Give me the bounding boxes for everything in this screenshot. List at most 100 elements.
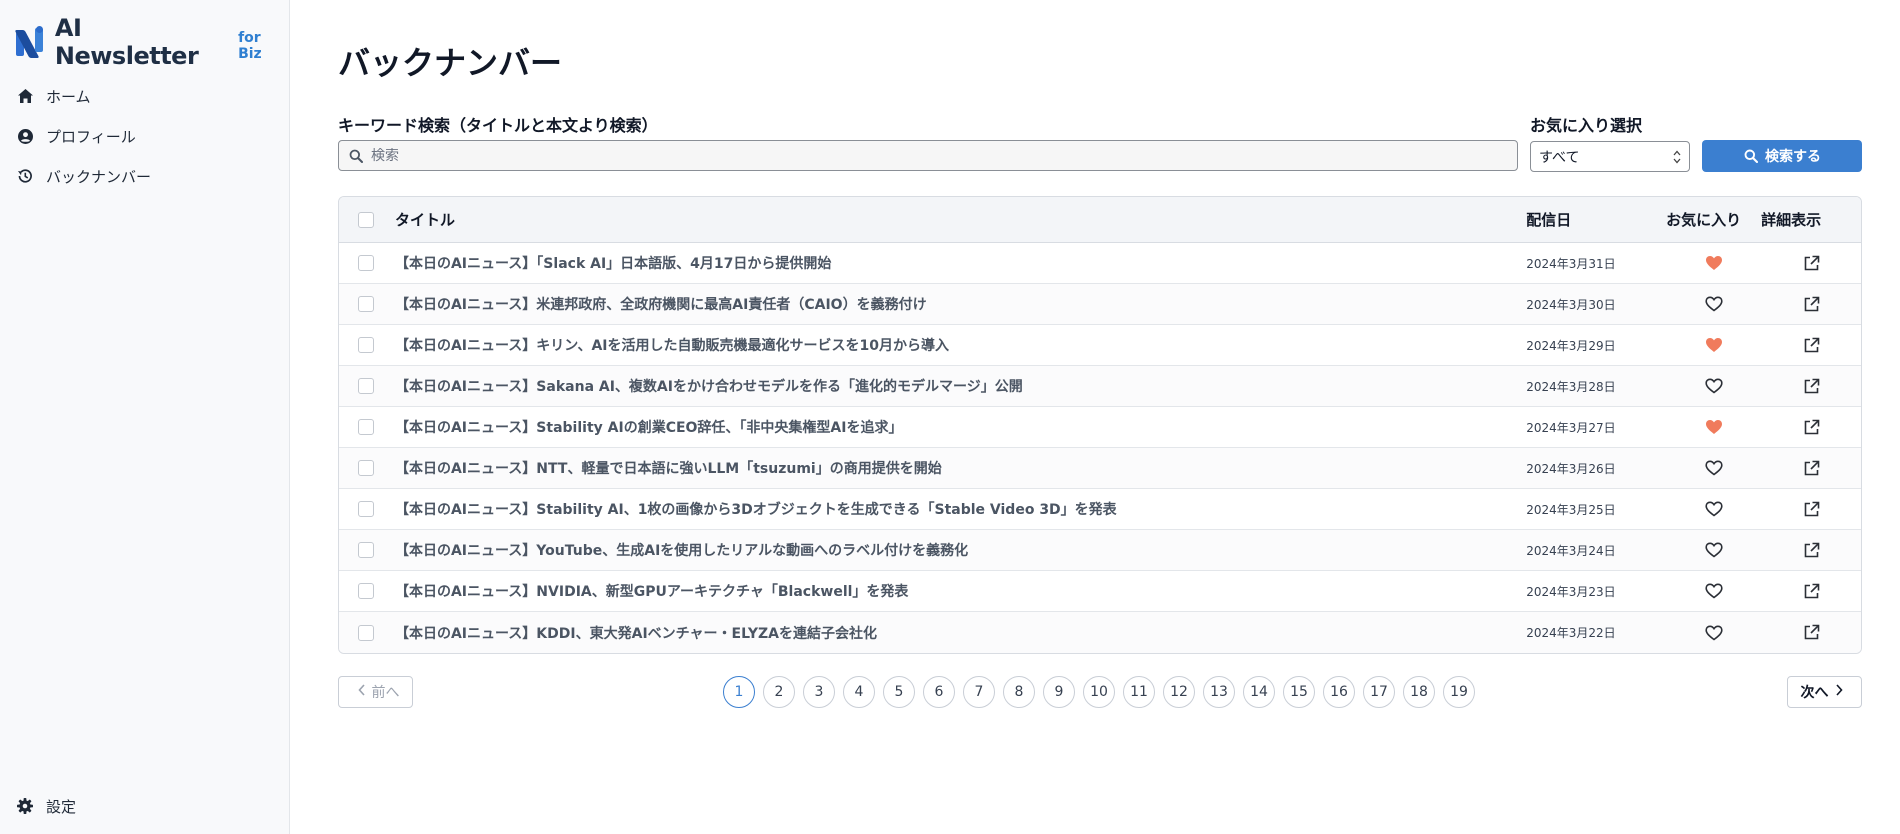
page-number-button[interactable]: 8	[1003, 676, 1035, 708]
search-field[interactable]	[338, 140, 1518, 171]
newsletter-title-link[interactable]: 【本日のAIニュース】キリン、AIを活用した自動販売機最適化サービスを10月から…	[393, 335, 1526, 355]
row-checkbox[interactable]	[357, 255, 374, 271]
delivery-date: 2024年3月22日	[1526, 626, 1616, 640]
newsletter-title-link[interactable]: 【本日のAIニュース】米連邦政府、全政府機関に最高AI責任者（CAIO）を義務付…	[393, 294, 1526, 314]
row-checkbox[interactable]	[357, 583, 374, 599]
delivery-date: 2024年3月25日	[1526, 502, 1616, 517]
external-link-icon[interactable]	[1803, 501, 1820, 518]
newsletter-title-link[interactable]: 【本日のAIニュース】NTT、軽量で日本語に強いLLM「tsuzumi」の商用提…	[393, 458, 1526, 478]
page-number-button[interactable]: 6	[923, 676, 955, 708]
heart-outline-icon[interactable]	[1704, 296, 1723, 312]
search-button-label: 検索する	[1765, 149, 1821, 165]
table-row: 【本日のAIニュース】米連邦政府、全政府機関に最高AI責任者（CAIO）を義務付…	[339, 284, 1861, 325]
row-checkbox[interactable]	[357, 542, 374, 558]
heart-filled-icon[interactable]	[1705, 255, 1723, 271]
external-link-icon[interactable]	[1803, 255, 1820, 272]
logo-text: AI Newsletter	[54, 14, 199, 70]
newsletter-title-link[interactable]: 【本日のAIニュース】「Slack AI」日本語版、4月17日から提供開始	[393, 253, 1526, 273]
heart-filled-icon[interactable]	[1705, 337, 1723, 353]
page-number-button[interactable]: 15	[1283, 676, 1315, 708]
page-number-button[interactable]: 11	[1123, 676, 1155, 708]
external-link-icon[interactable]	[1803, 624, 1820, 641]
heart-outline-icon[interactable]	[1704, 624, 1723, 641]
external-link-icon[interactable]	[1803, 296, 1820, 313]
page-number-button[interactable]: 1	[723, 676, 755, 708]
home-icon	[16, 87, 34, 105]
user-circle-icon	[16, 127, 34, 145]
page-number-button[interactable]: 5	[883, 676, 915, 708]
row-checkbox[interactable]	[357, 378, 374, 394]
page-number-button[interactable]: 2	[763, 676, 795, 708]
heart-outline-icon[interactable]	[1704, 542, 1723, 558]
heart-outline-icon[interactable]	[1704, 583, 1723, 599]
sidebar-item-profile[interactable]: プロフィール	[0, 116, 290, 156]
row-checkbox[interactable]	[357, 419, 374, 435]
sidebar-item-home[interactable]: ホーム	[0, 76, 290, 116]
page-number-button[interactable]: 4	[843, 676, 875, 708]
row-checkbox[interactable]	[357, 624, 374, 641]
search-label: キーワード検索（タイトルと本文より検索）	[338, 116, 658, 135]
row-checkbox[interactable]	[357, 501, 374, 517]
heart-outline-icon[interactable]	[1704, 501, 1723, 517]
sidebar-item-settings[interactable]: 設定	[0, 786, 290, 826]
external-link-icon[interactable]	[1803, 378, 1820, 395]
search-button[interactable]: 検索する	[1702, 140, 1862, 172]
column-header-date[interactable]: 配信日	[1526, 209, 1666, 230]
page-number-button[interactable]: 14	[1243, 676, 1275, 708]
prev-page-button[interactable]: 前へ	[338, 676, 413, 708]
page-number-button[interactable]: 19	[1443, 676, 1475, 708]
app-logo[interactable]: AI Newsletter for Biz	[14, 14, 289, 70]
external-link-icon[interactable]	[1803, 460, 1820, 477]
favorite-filter-select[interactable]: すべて	[1530, 141, 1690, 172]
newsletter-title-link[interactable]: 【本日のAIニュース】Sakana AI、複数AIをかけ合わせモデルを作る「進化…	[393, 376, 1526, 396]
external-link-icon[interactable]	[1803, 419, 1820, 436]
external-link-icon[interactable]	[1803, 542, 1820, 559]
delivery-date: 2024年3月24日	[1526, 543, 1616, 558]
page-number-button[interactable]: 3	[803, 676, 835, 708]
table-row: 【本日のAIニュース】Stability AIの創業CEO辞任、「非中央集権型A…	[339, 407, 1861, 448]
heart-outline-icon[interactable]	[1704, 378, 1723, 394]
page-number-button[interactable]: 7	[963, 676, 995, 708]
page-number-button[interactable]: 18	[1403, 676, 1435, 708]
select-arrows-icon	[1673, 150, 1681, 164]
page-number-button[interactable]: 16	[1323, 676, 1355, 708]
delivery-date: 2024年3月26日	[1526, 461, 1616, 476]
column-header-title[interactable]: タイトル	[393, 209, 1526, 230]
pagination: 前へ 1 2 3 4 5 6 7 8 9 10 11 12 13 14 15 16 17 18 19 次へ	[338, 676, 1862, 710]
select-all-checkbox[interactable]	[357, 211, 374, 228]
table-row: 【本日のAIニュース】YouTube、生成AIを使用したリアルな動画へのラベル付…	[339, 530, 1861, 571]
newsletter-title-link[interactable]: 【本日のAIニュース】NVIDIA、新型GPUアーキテクチャ「Blackwell…	[393, 581, 1526, 601]
page-number-button[interactable]: 9	[1043, 676, 1075, 708]
delivery-date: 2024年3月28日	[1526, 379, 1616, 394]
newsletter-title-link[interactable]: 【本日のAIニュース】Stability AIの創業CEO辞任、「非中央集権型A…	[393, 417, 1526, 437]
search-icon	[347, 147, 365, 165]
next-page-button[interactable]: 次へ	[1787, 676, 1862, 708]
external-link-icon[interactable]	[1803, 583, 1820, 600]
newsletter-title-link[interactable]: 【本日のAIニュース】YouTube、生成AIを使用したリアルな動画へのラベル付…	[393, 540, 1526, 560]
newsletter-title-link[interactable]: 【本日のAIニュース】KDDI、東大発AIベンチャー・ELYZAを連結子会社化	[393, 623, 1526, 643]
favorite-filter-value: すべて	[1539, 149, 1580, 166]
table-row: 【本日のAIニュース】キリン、AIを活用した自動販売機最適化サービスを10月から…	[339, 325, 1861, 366]
page-number-button[interactable]: 10	[1083, 676, 1115, 708]
history-icon	[16, 167, 34, 185]
row-checkbox[interactable]	[357, 337, 374, 353]
search-input[interactable]	[371, 147, 1471, 164]
sidebar-item-label: 設定	[46, 797, 77, 816]
page-numbers: 1 2 3 4 5 6 7 8 9 10 11 12 13 14 15 16 17 18 19	[723, 676, 1483, 708]
newsletter-title-link[interactable]: 【本日のAIニュース】Stability AI、1枚の画像から3Dオブジェクトを…	[393, 499, 1526, 519]
sidebar-item-label: バックナンバー	[46, 167, 152, 186]
column-header-favorite: お気に入り	[1666, 211, 1742, 229]
page-number-button[interactable]: 12	[1163, 676, 1195, 708]
heart-outline-icon[interactable]	[1704, 460, 1723, 476]
delivery-date: 2024年3月30日	[1526, 297, 1616, 312]
row-checkbox[interactable]	[357, 460, 374, 476]
search-icon	[1743, 148, 1759, 164]
page-number-button[interactable]: 17	[1363, 676, 1395, 708]
table-row: 【本日のAIニュース】NTT、軽量で日本語に強いLLM「tsuzumi」の商用提…	[339, 448, 1861, 489]
sidebar-item-backnumber[interactable]: バックナンバー	[0, 156, 290, 196]
next-page-label: 次へ	[1800, 685, 1829, 701]
external-link-icon[interactable]	[1803, 337, 1820, 354]
heart-filled-icon[interactable]	[1705, 419, 1723, 435]
row-checkbox[interactable]	[357, 296, 374, 312]
page-number-button[interactable]: 13	[1203, 676, 1235, 708]
